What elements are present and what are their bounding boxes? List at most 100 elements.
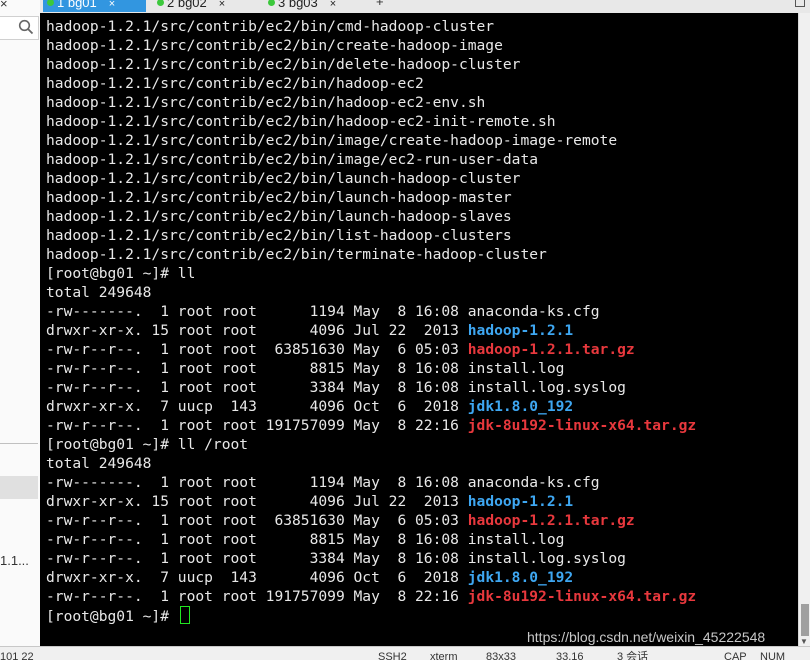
terminal-text: -rw-r--r--. 1 root root 3384 May 8 16:08: [46, 550, 468, 567]
archive-name: hadoop-1.2.1.tar.gz: [467, 512, 635, 529]
terminal-text: hadoop-1.2.1/src/contrib/ec2/bin/hadoop-…: [46, 113, 556, 130]
scroll-down-icon[interactable]: ▼: [800, 637, 808, 646]
connected-status-icon: [268, 0, 275, 6]
terminal-text: total 249648: [46, 455, 152, 472]
terminal-text: anaconda-ks.cfg: [467, 303, 600, 320]
tab-label: 1 bg01: [57, 0, 97, 10]
tab-label: 3 bg03: [278, 0, 318, 10]
terminal-line: hadoop-1.2.1/src/contrib/ec2/bin/launch-…: [46, 188, 696, 207]
terminal-text: drwxr-xr-x. 15 root root 4096 Jul 22 201…: [46, 493, 468, 510]
terminal-line: [root@bg01 ~]# ll: [46, 264, 696, 283]
terminal-text: install.log.syslog: [467, 379, 626, 396]
directory-name: jdk1.8.0_192: [467, 398, 574, 415]
tab-close-icon[interactable]: ×: [219, 0, 225, 13]
search-icon[interactable]: [18, 19, 34, 35]
session-manager-panel: × 1.1...: [0, 0, 41, 659]
terminal-text: -rw-------. 1 root root 1194 May 8 16:08: [46, 474, 468, 491]
terminal-cursor: [179, 606, 190, 624]
terminal-text: hadoop-1.2.1/src/contrib/ec2/bin/list-ha…: [46, 227, 512, 244]
status-bar: 101 22 SSH2 xterm 83x33 33,16 3 会话 CAP N…: [0, 646, 810, 660]
terminal-text: hadoop-1.2.1/src/contrib/ec2/bin/hadoop-…: [46, 75, 424, 92]
terminal-line: hadoop-1.2.1/src/contrib/ec2/bin/hadoop-…: [46, 112, 696, 131]
terminal-prompt-line[interactable]: [root@bg01 ~]#: [46, 606, 696, 625]
tab-label: 2 bg02: [167, 0, 207, 10]
terminal-text: drwxr-xr-x. 7 uucp 143 4096 Oct 6 2018: [46, 398, 468, 415]
archive-name: jdk-8u192-linux-x64.tar.gz: [467, 588, 697, 605]
session-list-item[interactable]: 1.1...: [0, 553, 29, 568]
terminal-text: drwxr-xr-x. 15 root root 4096 Jul 22 201…: [46, 322, 468, 339]
terminal-line: hadoop-1.2.1/src/contrib/ec2/bin/create-…: [46, 36, 696, 55]
terminal-line: hadoop-1.2.1/src/contrib/ec2/bin/list-ha…: [46, 226, 696, 245]
terminal-text: hadoop-1.2.1/src/contrib/ec2/bin/launch-…: [46, 208, 512, 225]
terminal-line: hadoop-1.2.1/src/contrib/ec2/bin/termina…: [46, 245, 696, 264]
tab-close-icon[interactable]: ×: [330, 0, 336, 13]
terminal-prompt: [root@bg01 ~]#: [46, 608, 178, 625]
terminal-line: hadoop-1.2.1/src/contrib/ec2/bin/cmd-had…: [46, 17, 696, 36]
terminal-lines: hadoop-1.2.1/src/contrib/ec2/bin/cmd-had…: [46, 17, 696, 625]
terminal-text: -rw-r--r--. 1 root root 3384 May 8 16:08: [46, 379, 468, 396]
terminal-text: -rw-r--r--. 1 root root 8815 May 8 16:08: [46, 531, 468, 548]
terminal-line: hadoop-1.2.1/src/contrib/ec2/bin/hadoop-…: [46, 93, 696, 112]
restore-window-icon[interactable]: [795, 0, 805, 7]
tab-bg01[interactable]: 1 bg01 ×: [43, 0, 146, 12]
terminal-text: hadoop-1.2.1/src/contrib/ec2/bin/image/e…: [46, 151, 539, 168]
terminal-line: -rw-r--r--. 1 root root 63851630 May 6 0…: [46, 340, 696, 359]
archive-name: jdk-8u192-linux-x64.tar.gz: [467, 417, 697, 434]
terminal-text: hadoop-1.2.1/src/contrib/ec2/bin/image/c…: [46, 132, 618, 149]
terminal-line: total 249648: [46, 283, 696, 302]
session-tab-bar: 1 bg01 × 2 bg02 × 3 bg03 × + ×: [40, 0, 810, 13]
panel-close-icon[interactable]: ×: [0, 0, 8, 11]
terminal-line: hadoop-1.2.1/src/contrib/ec2/bin/launch-…: [46, 207, 696, 226]
terminal-text: -rw-r--r--. 1 root root 63851630 May 6 0…: [46, 341, 468, 358]
terminal-text: hadoop-1.2.1/src/contrib/ec2/bin/termina…: [46, 246, 547, 263]
terminal-text: hadoop-1.2.1/src/contrib/ec2/bin/delete-…: [46, 56, 521, 73]
terminal-text: -rw-r--r--. 1 root root 191757099 May 8 …: [46, 588, 468, 605]
terminal-line: -rw-r--r--. 1 root root 3384 May 8 16:08…: [46, 378, 696, 397]
terminal-line: -rw-r--r--. 1 root root 3384 May 8 16:08…: [46, 549, 696, 568]
terminal-text: -rw-------. 1 root root 1194 May 8 16:08: [46, 303, 468, 320]
terminal-line: -rw-------. 1 root root 1194 May 8 16:08…: [46, 473, 696, 492]
tab-bg02[interactable]: 2 bg02 ×: [153, 0, 257, 12]
terminal-line: hadoop-1.2.1/src/contrib/ec2/bin/image/c…: [46, 131, 696, 150]
terminal-text: total 249648: [46, 284, 152, 301]
scrollbar-thumb[interactable]: [801, 604, 809, 636]
connected-status-icon: [157, 0, 164, 6]
terminal-line: -rw-r--r--. 1 root root 63851630 May 6 0…: [46, 511, 696, 530]
terminal-line: -rw-r--r--. 1 root root 191757099 May 8 …: [46, 587, 696, 606]
terminal-text: hadoop-1.2.1/src/contrib/ec2/bin/cmd-had…: [46, 18, 495, 35]
directory-name: hadoop-1.2.1: [467, 322, 574, 339]
new-tab-icon[interactable]: +: [376, 0, 384, 9]
watermark-text: https://blog.csdn.net/weixin_45222548: [527, 629, 766, 645]
terminal-line: hadoop-1.2.1/src/contrib/ec2/bin/image/e…: [46, 150, 696, 169]
panel-divider: [0, 443, 38, 444]
terminal-output[interactable]: hadoop-1.2.1/src/contrib/ec2/bin/cmd-had…: [40, 13, 798, 646]
tab-close-icon[interactable]: ×: [109, 0, 115, 13]
terminal-line: -rw-r--r--. 1 root root 8815 May 8 16:08…: [46, 530, 696, 549]
tab-bg03[interactable]: 3 bg03 ×: [264, 0, 368, 12]
terminal-text: hadoop-1.2.1/src/contrib/ec2/bin/create-…: [46, 37, 503, 54]
session-search-input[interactable]: [0, 16, 39, 40]
terminal-text: [root@bg01 ~]# ll: [46, 265, 196, 282]
terminal-text: install.log.syslog: [467, 550, 626, 567]
terminal-text: hadoop-1.2.1/src/contrib/ec2/bin/hadoop-…: [46, 94, 486, 111]
terminal-text: hadoop-1.2.1/src/contrib/ec2/bin/launch-…: [46, 170, 521, 187]
terminal-line: -rw-r--r--. 1 root root 191757099 May 8 …: [46, 416, 696, 435]
terminal-line: -rw-------. 1 root root 1194 May 8 16:08…: [46, 302, 696, 321]
terminal-line: hadoop-1.2.1/src/contrib/ec2/bin/hadoop-…: [46, 74, 696, 93]
session-list-item-selected[interactable]: [0, 476, 38, 499]
terminal-text: -rw-r--r--. 1 root root 8815 May 8 16:08: [46, 360, 468, 377]
terminal-text: drwxr-xr-x. 7 uucp 143 4096 Oct 6 2018: [46, 569, 468, 586]
archive-name: hadoop-1.2.1.tar.gz: [467, 341, 635, 358]
directory-name: jdk1.8.0_192: [467, 569, 574, 586]
terminal-scrollbar[interactable]: ▼: [798, 13, 810, 646]
terminal-line: [root@bg01 ~]# ll /root: [46, 435, 696, 454]
terminal-text: install.log: [467, 531, 565, 548]
terminal-text: anaconda-ks.cfg: [467, 474, 600, 491]
terminal-line: -rw-r--r--. 1 root root 8815 May 8 16:08…: [46, 359, 696, 378]
terminal-line: total 249648: [46, 454, 696, 473]
terminal-text: -rw-r--r--. 1 root root 191757099 May 8 …: [46, 417, 468, 434]
terminal-line: hadoop-1.2.1/src/contrib/ec2/bin/launch-…: [46, 169, 696, 188]
terminal-line: drwxr-xr-x. 15 root root 4096 Jul 22 201…: [46, 492, 696, 511]
directory-name: hadoop-1.2.1: [467, 493, 574, 510]
terminal-line: drwxr-xr-x. 15 root root 4096 Jul 22 201…: [46, 321, 696, 340]
